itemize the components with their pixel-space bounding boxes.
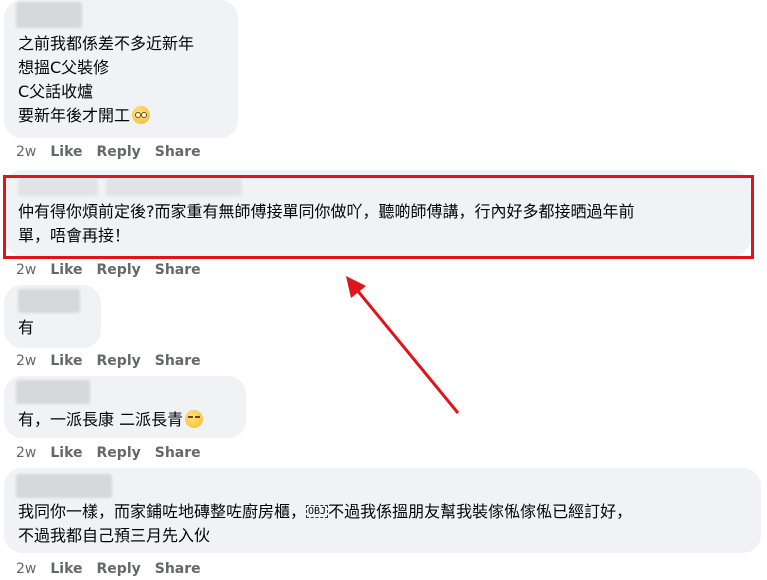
timestamp[interactable]: 2w [16,561,36,577]
comment-line: 有，一派長康 二派長青 [18,410,184,429]
share-button[interactable]: Share [155,561,201,577]
share-button[interactable]: Share [155,445,201,461]
comment-line: 不過我係搵朋友幫我裝傢俬傢俬已經訂好， [328,502,633,521]
author-name-redacted[interactable] [16,474,112,498]
comment-text: 有，一派長康 二派長青 [18,408,204,432]
comment-text: 我同你一樣，而家鋪咗地磚整咗廚房櫃， OBJ 不過我係搵朋友幫我裝傢俬傢俬已經訂好，… [18,500,753,548]
comment-actions: 2w Like Reply Share [16,353,215,369]
comment-bubble: 有 [4,285,101,348]
comment-line: 不過我都自己預三月先入伙 [18,526,211,545]
like-button[interactable]: Like [50,353,82,369]
like-button[interactable]: Like [50,445,82,461]
comment-line: 有 [18,318,35,337]
reply-button[interactable]: Reply [97,561,141,577]
share-button[interactable]: Share [155,353,201,369]
reply-button[interactable]: Reply [97,353,141,369]
author-name-redacted[interactable] [18,289,80,313]
comment-line: 我同你一樣，而家鋪咗地磚整咗廚房櫃， [18,502,307,521]
comment-bubble: 有，一派長康 二派長青 [4,376,246,438]
comment-actions: 2w Like Reply Share [16,445,215,461]
timestamp[interactable]: 2w [16,353,36,369]
like-button[interactable]: Like [50,561,82,577]
reply-button[interactable]: Reply [97,445,141,461]
obj-placeholder-icon: OBJ [306,505,329,518]
author-name-redacted[interactable] [16,380,90,404]
timestamp[interactable]: 2w [16,445,36,461]
comment-text: 有 [18,316,34,340]
relieved-face-emoji-icon [185,410,204,428]
comment-bubble: 我同你一樣，而家鋪咗地磚整咗廚房櫃， OBJ 不過我係搵朋友幫我裝傢俬傢俬已經訂好，… [4,468,761,553]
comment-actions: 2w Like Reply Share [16,561,215,577]
